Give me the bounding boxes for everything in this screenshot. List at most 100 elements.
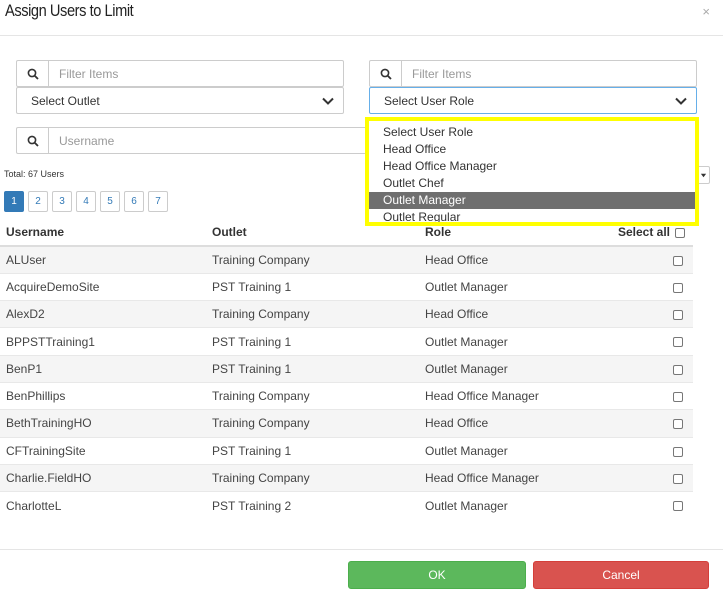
outlet-filter-input[interactable]: Filter Items [16,60,344,87]
header-username[interactable]: Username [0,219,206,247]
table-row: CFTrainingSite PST Training 1 Outlet Manag… [0,436,693,465]
cell-username: BenPhillips [0,381,206,410]
row-checkbox[interactable] [673,473,683,484]
cell-username: AlexD2 [0,300,206,328]
modal-title: Assign Users to Limit [5,1,134,20]
caret-down-icon [700,173,706,177]
footer-divider [0,549,723,550]
page-button[interactable]: 7 [148,191,168,212]
table-row: BethTrainingHO Training Company Head Offic… [0,409,693,438]
cell-role: Outlet Manager [419,272,609,301]
table-row: AcquireDemoSite PST Training 1 Outlet Mana… [0,272,693,301]
select-all-label: Select all [617,225,670,239]
cell-role: Head Office Manager [419,381,609,410]
username-placeholder: Username [59,133,115,148]
ok-button[interactable]: OK [348,561,526,589]
cell-username: Charlie.FieldHO [0,463,206,492]
cell-role: Outlet Manager [419,436,609,465]
role-option[interactable]: Outlet Chef [369,175,695,192]
cell-outlet: PST Training 1 [206,272,419,301]
search-icon [17,61,49,86]
page-button[interactable]: 5 [100,191,120,212]
cell-role: Head Office [419,245,609,274]
cell-outlet: PST Training 2 [206,491,419,519]
users-table: Username Outlet Role Select all ALUser Tr… [0,219,693,519]
cell-select [609,354,693,383]
row-checkbox[interactable] [673,391,683,402]
close-icon[interactable]: × [702,4,710,19]
role-option-highlighted[interactable]: Outlet Manager [369,192,695,209]
role-select[interactable]: Select User Role [369,87,697,114]
row-checkbox[interactable] [673,501,683,512]
cell-outlet: Training Company [206,409,419,438]
row-checkbox[interactable] [673,282,683,293]
cell-select [609,300,693,328]
cell-outlet: PST Training 1 [206,436,419,465]
username-filter-input[interactable]: Username [16,127,416,154]
cell-select [609,409,693,438]
cell-select [609,463,693,492]
row-checkbox[interactable] [673,446,683,457]
table-row: BPPSTTraining1 PST Training 1 Outlet Manag… [0,327,693,356]
cell-select [609,381,693,410]
outlet-select-value: Select Outlet [31,93,100,108]
cell-role: Head Office Manager [419,463,609,492]
select-all-checkbox[interactable] [675,227,685,238]
row-checkbox[interactable] [673,255,683,266]
page-button[interactable]: 4 [76,191,96,212]
cell-outlet: PST Training 1 [206,354,419,383]
role-option[interactable]: Head Office [369,141,695,158]
cell-outlet: Training Company [206,381,419,410]
cell-username: BethTrainingHO [0,409,206,438]
page-button[interactable]: 3 [52,191,72,212]
page-button[interactable]: 6 [124,191,144,212]
page-button[interactable]: 2 [28,191,48,212]
cell-outlet: Training Company [206,300,419,328]
cell-role: Head Office [419,300,609,328]
row-checkbox[interactable] [673,364,683,375]
cell-username: CFTrainingSite [0,436,206,465]
search-icon [370,61,402,86]
cell-role: Outlet Manager [419,491,609,519]
role-option[interactable]: Select User Role [369,124,695,141]
cell-select [609,272,693,301]
outlet-filter-placeholder: Filter Items [59,66,119,81]
cell-username: BenP1 [0,354,206,383]
cell-role: Outlet Manager [419,354,609,383]
cell-outlet: PST Training 1 [206,327,419,356]
cell-select [609,327,693,356]
page-button[interactable]: 1 [4,191,24,212]
role-option[interactable]: Outlet Regular [369,209,695,222]
cell-select [609,491,693,519]
pagination: 1 2 3 4 5 6 7 [4,191,168,212]
chevron-down-icon [675,97,687,105]
cell-role: Head Office [419,409,609,438]
header-divider [0,35,723,36]
row-checkbox[interactable] [673,310,683,321]
cancel-button[interactable]: Cancel [533,561,709,589]
cell-username: CharlotteL [0,491,206,519]
cell-username: AcquireDemoSite [0,272,206,301]
cell-outlet: Training Company [206,245,419,274]
table-row: AlexD2 Training Company Head Office [0,300,693,328]
search-icon [17,128,49,153]
outlet-select[interactable]: Select Outlet [16,87,344,114]
cell-role: Outlet Manager [419,327,609,356]
cell-select [609,436,693,465]
table-row: BenP1 PST Training 1 Outlet Manager [0,354,693,383]
table-row: ALUser Training Company Head Office [0,245,693,274]
table-row: CharlotteL PST Training 2 Outlet Manager [0,491,693,519]
row-checkbox[interactable] [673,419,683,430]
role-select-value: Select User Role [384,93,475,108]
role-filter-placeholder: Filter Items [412,66,472,81]
chevron-down-icon [322,97,334,105]
cell-username: BPPSTTraining1 [0,327,206,356]
role-option[interactable]: Head Office Manager [369,158,695,175]
role-filter-input[interactable]: Filter Items [369,60,697,87]
table-row: BenPhillips Training Company Head Office M… [0,381,693,410]
cell-username: ALUser [0,245,206,274]
role-dropdown-list: Select User Role Head Office Head Office… [365,117,699,226]
row-checkbox[interactable] [673,337,683,348]
total-users-label: Total: 67 Users [4,169,65,179]
table-row: Charlie.FieldHO Training Company Head Offi… [0,463,693,492]
